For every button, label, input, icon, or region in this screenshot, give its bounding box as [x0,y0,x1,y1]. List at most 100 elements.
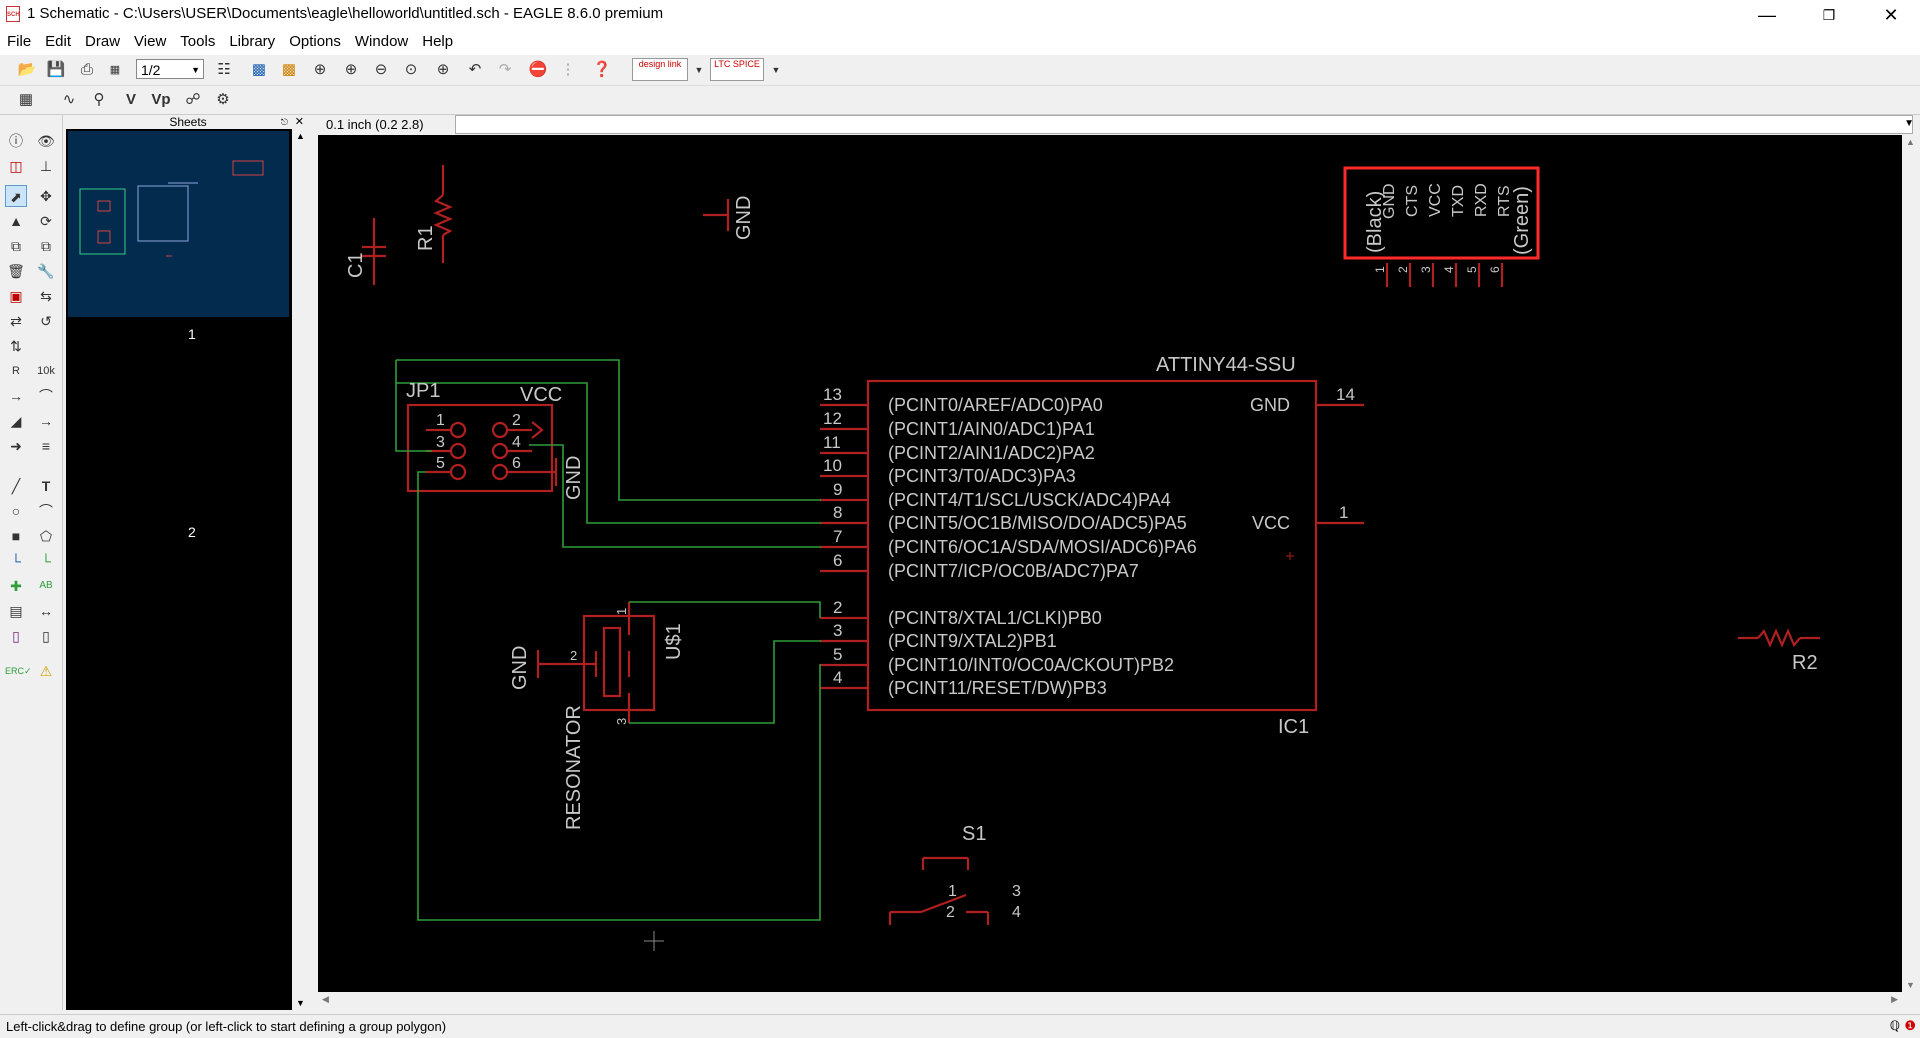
value-icon[interactable]: V [120,89,142,111]
sheet-label-2[interactable]: 2 [188,524,196,540]
gate-swap-icon[interactable]: ⇄ [5,310,27,332]
minimize-icon[interactable]: — [1744,0,1790,30]
scroll-down-icon[interactable]: ▼ [1906,980,1915,990]
optimize-icon[interactable]: ◢ [5,410,27,432]
zoom-fit-icon[interactable]: ⊕ [309,59,331,81]
go-icon[interactable]: ⋮ [557,59,579,81]
bus-icon[interactable]: └ [5,550,27,572]
menu-file[interactable]: File [0,30,38,50]
circle-icon[interactable]: ○ [5,500,27,522]
info-icon[interactable]: ⓘ [5,130,27,152]
undo-icon[interactable]: ↶ [464,59,486,81]
save-icon[interactable]: 💾 [45,59,67,81]
zoom-redraw-icon[interactable]: ⊙ [400,59,422,81]
label-icon[interactable]: AB [35,575,57,597]
close-icon[interactable]: ✕ [295,115,304,129]
attribute-display-icon[interactable]: ▤ [5,600,27,622]
zoom-out-icon[interactable]: ⊖ [370,59,392,81]
scroll-right-icon[interactable]: ▶ [1891,994,1898,1005]
add-part-icon[interactable]: ▣ [5,285,27,307]
replace-icon[interactable]: ⇆ [35,285,57,307]
zoom-in-icon[interactable]: ⊕ [340,59,362,81]
canvas-vertical-scrollbar[interactable]: ▲ ▼ [1902,135,1920,992]
module-icon[interactable]: ▯ [5,625,27,647]
units-icon[interactable]: ℚ [1890,1018,1900,1034]
value-tool-icon[interactable]: 10k [35,360,57,382]
redo-icon[interactable]: ↷ [494,59,516,81]
mark-icon[interactable]: ⊥ [35,155,57,177]
menu-edit[interactable]: Edit [38,30,78,50]
restore-icon[interactable]: ❐ [1806,0,1852,30]
close-icon[interactable]: ✕ [1868,0,1914,30]
menu-window[interactable]: Window [348,30,415,50]
smash-icon[interactable]: → [35,410,57,432]
grid-icon[interactable]: ▦ [15,89,37,111]
net-tool-icon[interactable]: └ [35,550,57,572]
scroll-up-icon[interactable]: ▲ [296,131,305,141]
port-icon[interactable]: ▯ [35,625,57,647]
scroll-down-icon[interactable]: ▼ [296,998,305,1008]
command-input[interactable] [455,115,1913,134]
arc-icon[interactable]: ⌒ [35,500,57,522]
print-icon[interactable]: ⎙ [76,59,98,81]
sheets-scrollbar[interactable]: ▲ ▼ [292,129,310,1010]
stop-icon[interactable]: ⛔ [527,59,549,81]
design-link-button[interactable]: design link [632,58,688,81]
ltspice-button[interactable]: LTC SPICE [710,58,764,81]
change-icon[interactable]: ≡ [35,435,57,457]
menu-help[interactable]: Help [415,30,460,50]
chevron-down-icon[interactable]: ▼ [765,59,787,81]
polygon-icon[interactable]: ⬠ [35,525,57,547]
name-icon[interactable]: R [5,360,27,382]
schematic-canvas[interactable]: C1 R1 GND JP1 VCC GND 1 2 3 4 5 6 (Black… [318,135,1902,992]
vp-icon[interactable]: Vp [150,89,172,111]
wrench-icon[interactable]: 🔧 [35,260,57,282]
line-icon[interactable]: ╱ [5,475,27,497]
miter-icon[interactable]: ⌒ [35,385,57,407]
open-icon[interactable]: 📂 [16,59,38,81]
board-switch-icon[interactable]: ☷ [213,59,235,81]
menu-options[interactable]: Options [282,30,348,50]
gear-icon[interactable]: ⚙ [212,89,234,111]
cam-icon[interactable]: ▦ [104,59,126,81]
layers-icon[interactable]: ◫ [5,155,27,177]
copy-icon[interactable]: ⧉ [5,235,27,257]
attribute-icon[interactable]: ➜ [5,435,27,457]
chevron-down-icon[interactable]: ▼ [1904,118,1914,129]
help-icon[interactable]: ❓ [591,59,613,81]
net-icon[interactable]: ☍ [182,89,204,111]
menu-draw[interactable]: Draw [78,30,127,50]
menu-view[interactable]: View [127,30,173,50]
pin-swap-icon[interactable]: ⇅ [5,335,27,357]
delete-icon[interactable]: 🗑 [5,260,27,282]
chevron-down-icon[interactable]: ▼ [688,59,710,81]
split-icon[interactable]: → [5,385,27,407]
rectangle-icon[interactable]: ■ [5,525,27,547]
sheet-thumbnail-1[interactable] [68,131,289,317]
zoom-select-icon[interactable]: ⊕ [432,59,454,81]
junction-icon[interactable]: ✚ [5,575,27,597]
wire-bend-icon[interactable]: ∿ [58,89,80,111]
menu-tools[interactable]: Tools [173,30,222,50]
script-icon[interactable]: ▩ [248,59,270,81]
eye-icon[interactable]: 👁 [35,130,57,152]
canvas-horizontal-scrollbar[interactable]: ◀ ▶ [318,992,1902,1010]
stop-command-icon[interactable]: ❶ [1904,1018,1916,1034]
group-select-icon[interactable]: ⬈ [5,185,27,207]
scroll-left-icon[interactable]: ◀ [322,994,329,1005]
rotate-icon[interactable]: ⟳ [35,210,57,232]
ulp-icon[interactable]: ▩ [278,59,300,81]
menu-library[interactable]: Library [222,30,282,50]
scroll-up-icon[interactable]: ▲ [1906,137,1915,147]
dimension-icon[interactable]: ↔ [35,600,57,622]
erc-icon[interactable]: ERC✓ [5,660,32,682]
pin-icon[interactable]: ⎋ [281,115,288,129]
text-icon[interactable]: T [35,475,57,497]
mirror-icon[interactable]: ▲ [5,210,27,232]
search-icon[interactable]: ⚲ [88,89,110,111]
paste-icon[interactable]: ⧉ [35,235,57,257]
sheet-select[interactable]: 1/2 ▼ [136,59,204,79]
move-icon[interactable]: ✥ [35,185,57,207]
warning-icon[interactable]: ⚠ [35,660,57,682]
invoke-icon[interactable]: ↺ [35,310,57,332]
